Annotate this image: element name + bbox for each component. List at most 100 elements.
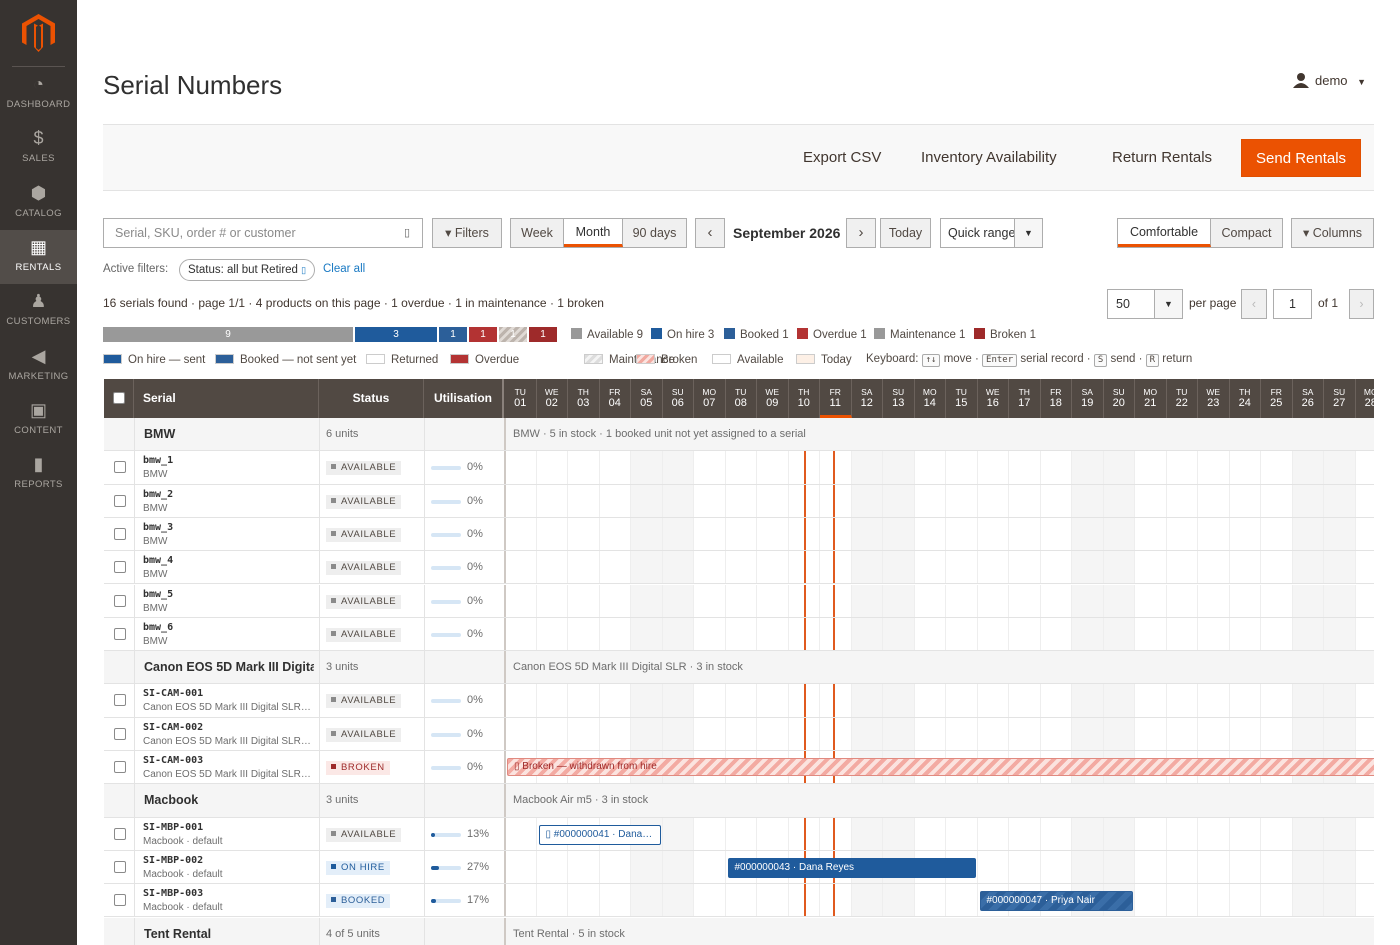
day-cell[interactable] <box>915 484 946 517</box>
quick-range-select[interactable]: Quick range... ▼ <box>940 218 1043 248</box>
day-cell[interactable] <box>568 584 600 617</box>
day-cell[interactable] <box>978 584 1009 617</box>
serial-number[interactable]: SI-MBP-003 <box>143 888 203 899</box>
day-cell[interactable] <box>1230 817 1261 850</box>
day-cell[interactable] <box>1198 584 1230 617</box>
day-cell[interactable] <box>1230 517 1261 551</box>
day-cell[interactable] <box>505 484 537 517</box>
day-cell[interactable] <box>946 617 978 651</box>
day-cell[interactable] <box>1230 617 1261 651</box>
day-cell[interactable] <box>1261 517 1293 551</box>
row-checkbox[interactable] <box>114 527 126 540</box>
day-cell[interactable] <box>1230 684 1261 717</box>
day-cell[interactable] <box>1072 817 1104 850</box>
select-all-checkbox[interactable] <box>113 392 125 404</box>
return-rentals-button[interactable]: Return Rentals <box>1100 139 1224 177</box>
row-checkbox[interactable] <box>114 494 126 507</box>
day-cell[interactable] <box>1167 817 1198 850</box>
day-cell[interactable] <box>1041 817 1072 850</box>
day-cell[interactable] <box>1167 484 1198 517</box>
day-cell[interactable] <box>1356 718 1375 750</box>
day-cell[interactable] <box>694 517 726 551</box>
day-cell[interactable] <box>1072 850 1104 884</box>
day-cell[interactable] <box>694 817 726 850</box>
day-cell[interactable] <box>757 684 789 717</box>
row-checkbox[interactable] <box>114 561 126 574</box>
day-cell[interactable] <box>1041 850 1072 884</box>
day-cell[interactable] <box>1009 617 1041 651</box>
day-cell[interactable] <box>1135 850 1167 884</box>
day-cell[interactable] <box>883 517 915 551</box>
day-cell[interactable] <box>662 684 694 717</box>
day-cell[interactable] <box>1292 850 1324 884</box>
day-cell[interactable] <box>1103 817 1135 850</box>
day-cell[interactable] <box>1198 817 1230 850</box>
day-cell[interactable] <box>757 584 789 617</box>
day-cell[interactable] <box>1072 451 1104 484</box>
day-cell[interactable] <box>820 617 852 651</box>
day-cell[interactable] <box>1009 717 1041 750</box>
day-cell[interactable] <box>505 817 537 850</box>
day-cell[interactable] <box>1135 684 1167 717</box>
day-cell[interactable] <box>1072 684 1104 717</box>
day-cell[interactable] <box>1041 551 1072 584</box>
search-icon[interactable]: ▯ <box>404 219 410 247</box>
day-cell[interactable] <box>1167 517 1198 551</box>
day-cell[interactable] <box>1167 717 1198 750</box>
table-row[interactable]: bmw_5 BMW AVAILABLE 0% <box>104 584 1374 618</box>
day-cell[interactable] <box>1072 617 1104 651</box>
day-cell[interactable] <box>694 617 726 651</box>
day-cell[interactable] <box>694 684 726 717</box>
day-cell[interactable] <box>1072 717 1104 750</box>
day-cell[interactable] <box>1198 551 1230 584</box>
day-cell[interactable] <box>1167 451 1198 484</box>
day-cell[interactable] <box>1230 884 1261 917</box>
sidebar-item-customers[interactable]: ♟ CUSTOMERS <box>0 284 77 338</box>
day-cell[interactable] <box>568 517 600 551</box>
day-cell[interactable] <box>946 517 978 551</box>
today-button[interactable]: Today <box>880 218 931 248</box>
day-cell[interactable] <box>1292 884 1324 917</box>
day-cell[interactable] <box>694 551 726 584</box>
day-cell[interactable] <box>726 684 757 717</box>
day-cell[interactable] <box>1009 551 1041 584</box>
inventory-availability-button[interactable]: Inventory Availability <box>909 139 1069 177</box>
sidebar-item-marketing[interactable]: ◀ MARKETING <box>0 339 77 393</box>
day-cell[interactable] <box>851 451 883 484</box>
serial-number[interactable]: bmw_1 <box>143 455 173 466</box>
day-cell[interactable] <box>1167 884 1198 917</box>
day-cell[interactable] <box>537 451 568 484</box>
day-cell[interactable] <box>1356 618 1375 650</box>
day-cell[interactable] <box>1356 684 1375 716</box>
day-cell[interactable] <box>757 617 789 651</box>
day-cell[interactable] <box>1198 850 1230 884</box>
day-cell[interactable] <box>662 850 694 884</box>
day-cell[interactable] <box>1324 484 1356 517</box>
day-cell[interactable] <box>1230 551 1261 584</box>
day-cell[interactable] <box>1167 850 1198 884</box>
day-cell[interactable] <box>820 517 852 551</box>
day-cell[interactable] <box>662 717 694 750</box>
day-cell[interactable] <box>1041 617 1072 651</box>
row-checkbox[interactable] <box>114 894 126 907</box>
day-cell[interactable] <box>1324 884 1356 917</box>
day-cell[interactable] <box>600 517 631 551</box>
day-cell[interactable] <box>1009 484 1041 517</box>
day-cell[interactable] <box>1072 484 1104 517</box>
row-checkbox[interactable] <box>114 761 126 773</box>
day-cell[interactable] <box>631 484 663 517</box>
day-cell[interactable] <box>757 517 789 551</box>
day-cell[interactable] <box>662 517 694 551</box>
row-checkbox[interactable] <box>114 594 126 607</box>
column-utilisation[interactable]: Utilisation <box>424 379 504 418</box>
day-cell[interactable] <box>631 850 663 884</box>
close-icon[interactable]: ▯ <box>301 265 306 275</box>
export-csv-button[interactable]: Export CSV <box>791 139 893 177</box>
day-cell[interactable] <box>1103 484 1135 517</box>
day-cell[interactable] <box>537 584 568 617</box>
clear-all-link[interactable]: Clear all <box>323 263 365 275</box>
prev-period-button[interactable]: ‹ <box>695 218 725 248</box>
day-cell[interactable] <box>1041 584 1072 617</box>
day-cell[interactable] <box>568 684 600 717</box>
serial-number[interactable]: SI-MBP-001 <box>143 822 203 833</box>
